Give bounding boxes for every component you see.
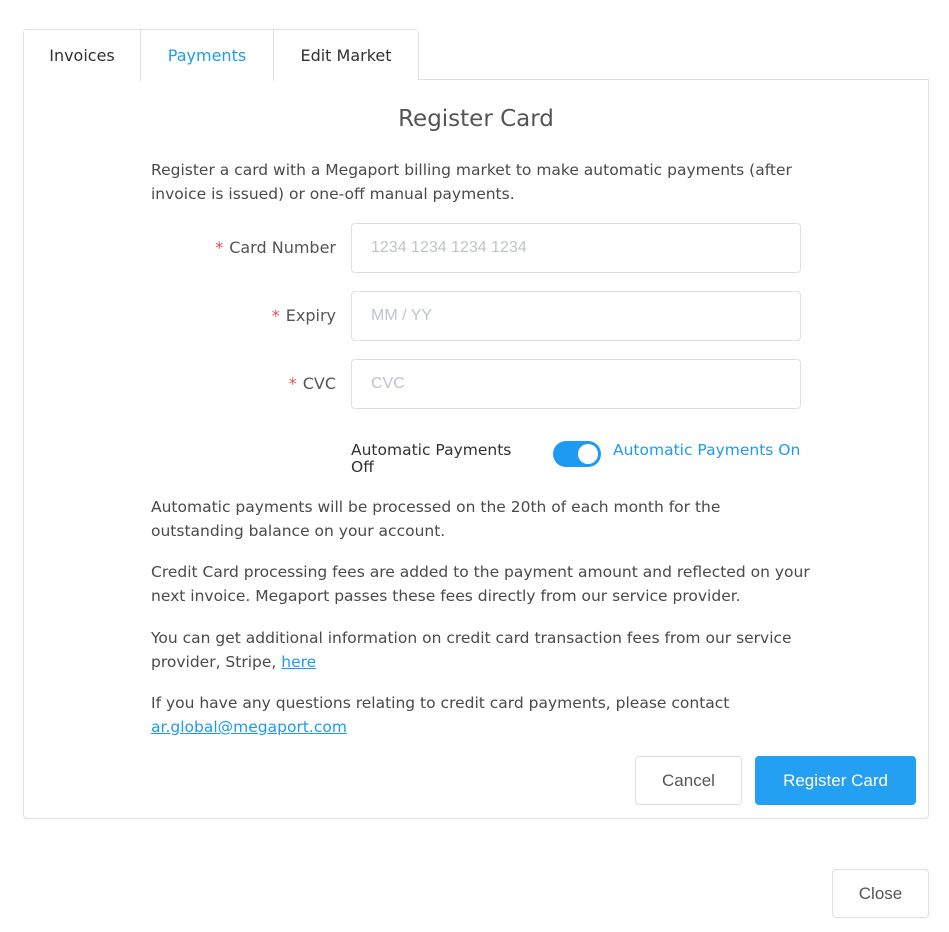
toggle-knob: [578, 444, 598, 464]
tab-invoices[interactable]: Invoices: [24, 30, 141, 81]
expiry-input[interactable]: [351, 291, 801, 341]
auto-payments-on-label: Automatic Payments On: [613, 441, 801, 459]
tab-bar: Invoices Payments Edit Market: [23, 29, 419, 81]
register-card-panel: Register Card Register a card with a Meg…: [23, 79, 929, 819]
expiry-label: * Expiry: [156, 306, 336, 325]
stripe-link[interactable]: here: [281, 653, 316, 671]
auto-payments-off-label: Automatic Payments Off: [351, 441, 512, 476]
register-card-button[interactable]: Register Card: [755, 756, 916, 805]
close-button[interactable]: Close: [832, 869, 929, 918]
cvc-label-text: CVC: [302, 374, 336, 393]
intro-text: Register a card with a Megaport billing …: [151, 161, 792, 203]
required-marker: *: [288, 374, 297, 393]
cvc-input[interactable]: [351, 359, 801, 409]
schedule-note: Automatic payments will be processed on …: [151, 498, 721, 540]
stripe-note-text: You can get additional information on cr…: [151, 629, 792, 671]
cvc-label: * CVC: [156, 374, 336, 393]
contact-note: If you have any questions relating to cr…: [151, 691, 811, 739]
expiry-label-text: Expiry: [285, 306, 336, 325]
required-marker: *: [215, 238, 224, 257]
required-marker: *: [271, 306, 280, 325]
card-number-input[interactable]: [351, 223, 801, 273]
tab-edit-market[interactable]: Edit Market: [274, 30, 418, 81]
tab-payments[interactable]: Payments: [141, 30, 274, 81]
contact-note-text: If you have any questions relating to cr…: [151, 694, 730, 712]
cancel-button[interactable]: Cancel: [635, 756, 742, 805]
fees-note: Credit Card processing fees are added to…: [151, 563, 810, 605]
contact-email-link[interactable]: ar.global@megaport.com: [151, 718, 347, 736]
card-number-label: * Card Number: [156, 238, 336, 257]
stripe-note: You can get additional information on cr…: [151, 626, 811, 674]
auto-payments-toggle[interactable]: [553, 441, 601, 467]
card-number-label-text: Card Number: [229, 238, 336, 257]
page-title: Register Card: [398, 106, 554, 132]
